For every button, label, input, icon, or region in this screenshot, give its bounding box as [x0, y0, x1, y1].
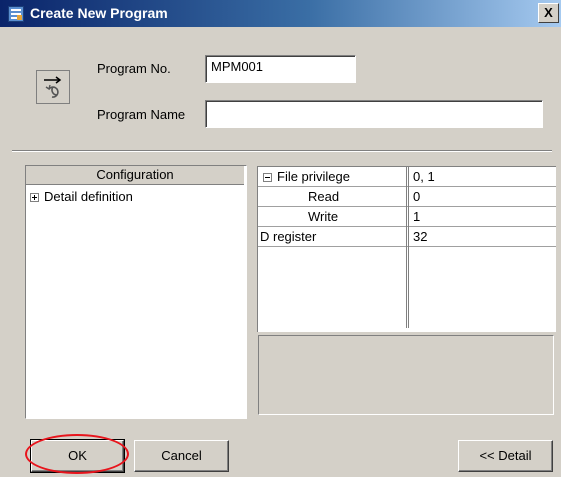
configuration-header: Configuration: [26, 166, 244, 185]
create-new-program-dialog: Create New Program X Program No. MPM001 …: [0, 0, 561, 477]
grid-row-d-register[interactable]: D register 32: [258, 227, 556, 247]
program-name-field[interactable]: [205, 100, 543, 128]
program-no-field[interactable]: MPM001: [205, 55, 356, 83]
grid-row-value[interactable]: 32: [409, 227, 427, 246]
close-icon: X: [544, 5, 553, 20]
close-button[interactable]: X: [538, 3, 559, 23]
grid-divider: [408, 167, 409, 328]
grid-row-value[interactable]: 0, 1: [409, 167, 435, 186]
collapse-minus-icon[interactable]: [263, 173, 272, 183]
grid-row-file-privilege[interactable]: File privilege 0, 1: [258, 167, 556, 187]
program-name-label: Program Name: [97, 107, 186, 122]
description-panel: [258, 335, 554, 415]
title-bar[interactable]: Create New Program X: [0, 0, 561, 27]
grid-row-value[interactable]: 0: [409, 187, 420, 206]
grid-row-name: File privilege: [277, 169, 350, 184]
grid-row-write[interactable]: Write 1: [258, 207, 556, 227]
grid-row-name: Read: [308, 189, 340, 204]
grid-divider: [406, 167, 407, 328]
tree-item-label: Detail definition: [44, 189, 133, 204]
configuration-tree[interactable]: Configuration Detail definition: [25, 165, 247, 419]
program-no-value: MPM001: [211, 59, 264, 74]
separator: [12, 150, 552, 152]
grid-row-read[interactable]: Read 0: [258, 187, 556, 207]
grid-row-value[interactable]: 1: [409, 207, 420, 226]
property-grid: File privilege 0, 1 Read 0 Write 1 D reg…: [257, 166, 556, 332]
expand-plus-icon[interactable]: [30, 193, 39, 203]
highlight-circle-annotation: [25, 434, 129, 474]
app-window-icon: [8, 6, 24, 22]
grid-row-name: D register: [260, 229, 317, 244]
cancel-button[interactable]: Cancel: [134, 440, 229, 472]
detail-toggle-button[interactable]: << Detail: [458, 440, 553, 472]
window-title: Create New Program: [30, 5, 168, 21]
tree-item-detail-definition[interactable]: Detail definition: [30, 188, 133, 206]
grid-row-name: Write: [308, 209, 339, 224]
program-refresh-icon: [36, 70, 70, 104]
program-no-label: Program No.: [97, 61, 171, 76]
